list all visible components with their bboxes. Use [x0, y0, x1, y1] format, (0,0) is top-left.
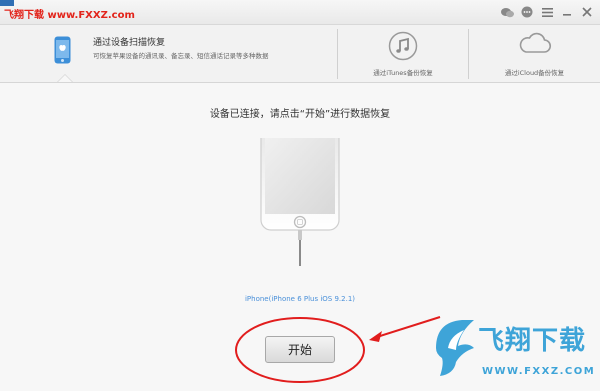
annotation-circle [235, 317, 365, 383]
annotation-arrow [376, 316, 441, 338]
brand-watermark: 飞翔下载 WWW.FXXZ.COM [432, 312, 600, 391]
annotation-arrowhead [369, 331, 382, 342]
brand-url: WWW.FXXZ.COM [482, 366, 596, 377]
brand-name: 飞翔下载 [478, 326, 587, 356]
brand-logo-icon [436, 320, 474, 376]
